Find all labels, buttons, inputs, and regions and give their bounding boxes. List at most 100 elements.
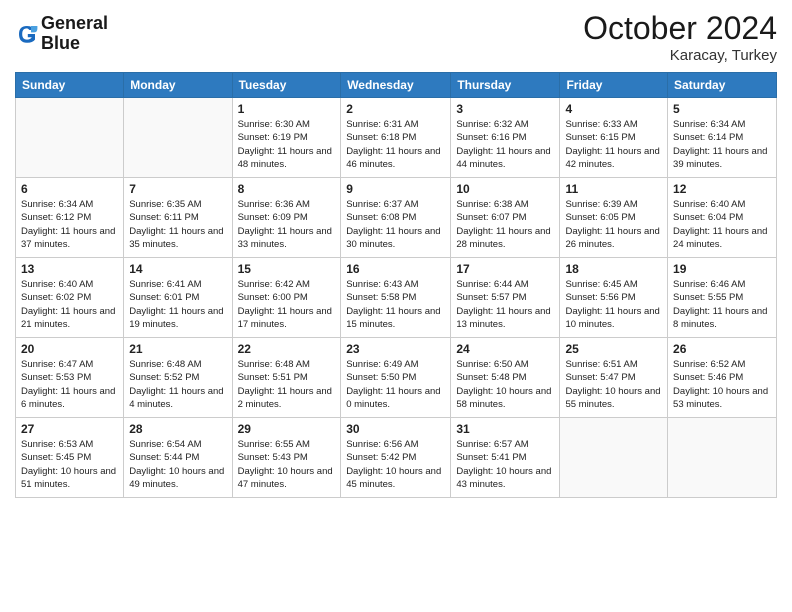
sunset-text: Sunset: 6:15 PM (565, 131, 662, 144)
calendar-cell: 2Sunrise: 6:31 AMSunset: 6:18 PMDaylight… (341, 98, 451, 178)
calendar-cell: 21Sunrise: 6:48 AMSunset: 5:52 PMDayligh… (124, 338, 232, 418)
sunrise-text: Sunrise: 6:40 AM (673, 198, 771, 211)
logo-text: General Blue (41, 14, 108, 54)
cell-content: Sunrise: 6:34 AMSunset: 6:14 PMDaylight:… (673, 118, 771, 171)
day-number: 16 (346, 262, 445, 276)
day-number: 27 (21, 422, 118, 436)
daylight-text: Daylight: 11 hours and 17 minutes. (238, 305, 336, 332)
sunset-text: Sunset: 5:58 PM (346, 291, 445, 304)
sunset-text: Sunset: 6:09 PM (238, 211, 336, 224)
col-header-sunday: Sunday (16, 73, 124, 98)
day-number: 19 (673, 262, 771, 276)
calendar-cell: 31Sunrise: 6:57 AMSunset: 5:41 PMDayligh… (451, 418, 560, 498)
day-number: 9 (346, 182, 445, 196)
sunrise-text: Sunrise: 6:34 AM (21, 198, 118, 211)
calendar-cell: 9Sunrise: 6:37 AMSunset: 6:08 PMDaylight… (341, 178, 451, 258)
sunrise-text: Sunrise: 6:50 AM (456, 358, 554, 371)
daylight-text: Daylight: 11 hours and 6 minutes. (21, 385, 118, 412)
cell-content: Sunrise: 6:46 AMSunset: 5:55 PMDaylight:… (673, 278, 771, 331)
sunrise-text: Sunrise: 6:36 AM (238, 198, 336, 211)
daylight-text: Daylight: 11 hours and 10 minutes. (565, 305, 662, 332)
sunrise-text: Sunrise: 6:53 AM (21, 438, 118, 451)
header: General Blue October 2024 Karacay, Turke… (15, 10, 777, 64)
sunrise-text: Sunrise: 6:35 AM (129, 198, 226, 211)
day-number: 13 (21, 262, 118, 276)
calendar-cell: 27Sunrise: 6:53 AMSunset: 5:45 PMDayligh… (16, 418, 124, 498)
sunset-text: Sunset: 5:43 PM (238, 451, 336, 464)
sunset-text: Sunset: 6:00 PM (238, 291, 336, 304)
daylight-text: Daylight: 10 hours and 43 minutes. (456, 465, 554, 492)
calendar: SundayMondayTuesdayWednesdayThursdayFrid… (15, 72, 777, 498)
calendar-cell: 12Sunrise: 6:40 AMSunset: 6:04 PMDayligh… (668, 178, 777, 258)
daylight-text: Daylight: 10 hours and 51 minutes. (21, 465, 118, 492)
day-number: 30 (346, 422, 445, 436)
daylight-text: Daylight: 10 hours and 45 minutes. (346, 465, 445, 492)
daylight-text: Daylight: 11 hours and 26 minutes. (565, 225, 662, 252)
daylight-text: Daylight: 11 hours and 13 minutes. (456, 305, 554, 332)
calendar-cell: 25 Sunrise: 6:51 AMSunset: 5:47 PMDayligh… (560, 338, 668, 418)
sunset-text: Sunset: 6:01 PM (129, 291, 226, 304)
daylight-text: Daylight: 11 hours and 4 minutes. (129, 385, 226, 412)
week-row-3: 13Sunrise: 6:40 AMSunset: 6:02 PMDayligh… (16, 258, 777, 338)
week-row-5: 27Sunrise: 6:53 AMSunset: 5:45 PMDayligh… (16, 418, 777, 498)
sunrise-text: Sunrise: 6:45 AM (565, 278, 662, 291)
sunset-text: Sunset: 6:08 PM (346, 211, 445, 224)
sunrise-text: Sunrise: 6:33 AM (565, 118, 662, 131)
sunrise-text: Sunrise: 6:57 AM (456, 438, 554, 451)
day-number: 4 (565, 102, 662, 116)
sunset-text: Sunset: 5:57 PM (456, 291, 554, 304)
cell-content: Sunrise: 6:39 AMSunset: 6:05 PMDaylight:… (565, 198, 662, 251)
daylight-text: Daylight: 11 hours and 19 minutes. (129, 305, 226, 332)
logo: General Blue (15, 14, 108, 54)
cell-content: Sunrise: 6:35 AMSunset: 6:11 PMDaylight:… (129, 198, 226, 251)
sunset-text: Sunset: 6:19 PM (238, 131, 336, 144)
day-number: 3 (456, 102, 554, 116)
day-number: 14 (129, 262, 226, 276)
daylight-text: Daylight: 11 hours and 39 minutes. (673, 145, 771, 172)
cell-content: Sunrise: 6:55 AMSunset: 5:43 PMDaylight:… (238, 438, 336, 491)
day-number: 25 (565, 342, 662, 356)
sunrise-text: Sunrise: 6:32 AM (456, 118, 554, 131)
daylight-text: Daylight: 10 hours and 47 minutes. (238, 465, 336, 492)
sunrise-text: Sunrise: 6:39 AM (565, 198, 662, 211)
cell-content: Sunrise: 6:50 AMSunset: 5:48 PMDaylight:… (456, 358, 554, 411)
sunset-text: Sunset: 6:04 PM (673, 211, 771, 224)
day-number: 6 (21, 182, 118, 196)
cell-content: Sunrise: 6:56 AMSunset: 5:42 PMDaylight:… (346, 438, 445, 491)
cell-content: Sunrise: 6:36 AMSunset: 6:09 PMDaylight:… (238, 198, 336, 251)
sunset-text: Sunset: 5:55 PM (673, 291, 771, 304)
week-row-1: 1Sunrise: 6:30 AMSunset: 6:19 PMDaylight… (16, 98, 777, 178)
calendar-cell: 19 Sunrise: 6:46 AMSunset: 5:55 PMDayligh… (668, 258, 777, 338)
sunrise-text: Sunrise: 6:34 AM (673, 118, 771, 131)
col-header-tuesday: Tuesday (232, 73, 341, 98)
location: Karacay, Turkey (583, 47, 777, 64)
sunset-text: Sunset: 6:02 PM (21, 291, 118, 304)
calendar-cell: 16Sunrise: 6:43 AMSunset: 5:58 PMDayligh… (341, 258, 451, 338)
daylight-text: Daylight: 11 hours and 2 minutes. (238, 385, 336, 412)
cell-content: Sunrise: 6:52 AMSunset: 5:46 PMDaylight:… (673, 358, 771, 411)
sunrise-text: Sunrise: 6:51 AM (565, 358, 662, 371)
cell-content: Sunrise: 6:45 AMSunset: 5:56 PMDaylight:… (565, 278, 662, 331)
logo-line1: General (41, 14, 108, 34)
daylight-text: Daylight: 11 hours and 35 minutes. (129, 225, 226, 252)
cell-content: Sunrise: 6:42 AMSunset: 6:00 PMDaylight:… (238, 278, 336, 331)
day-number: 7 (129, 182, 226, 196)
sunset-text: Sunset: 5:53 PM (21, 371, 118, 384)
sunset-text: Sunset: 5:41 PM (456, 451, 554, 464)
cell-content: Sunrise: 6:49 AMSunset: 5:50 PMDaylight:… (346, 358, 445, 411)
cell-content: Sunrise: 6:48 AMSunset: 5:52 PMDaylight:… (129, 358, 226, 411)
cell-content: Sunrise: 6:51 AMSunset: 5:47 PMDaylight:… (565, 358, 662, 411)
day-number: 1 (238, 102, 336, 116)
day-number: 20 (21, 342, 118, 356)
sunrise-text: Sunrise: 6:31 AM (346, 118, 445, 131)
sunrise-text: Sunrise: 6:43 AM (346, 278, 445, 291)
col-header-saturday: Saturday (668, 73, 777, 98)
col-header-friday: Friday (560, 73, 668, 98)
day-number: 29 (238, 422, 336, 436)
daylight-text: Daylight: 11 hours and 37 minutes. (21, 225, 118, 252)
daylight-text: Daylight: 10 hours and 55 minutes. (565, 385, 662, 412)
calendar-cell: 23Sunrise: 6:49 AMSunset: 5:50 PMDayligh… (341, 338, 451, 418)
sunrise-text: Sunrise: 6:49 AM (346, 358, 445, 371)
calendar-cell: 28Sunrise: 6:54 AMSunset: 5:44 PMDayligh… (124, 418, 232, 498)
sunset-text: Sunset: 6:11 PM (129, 211, 226, 224)
